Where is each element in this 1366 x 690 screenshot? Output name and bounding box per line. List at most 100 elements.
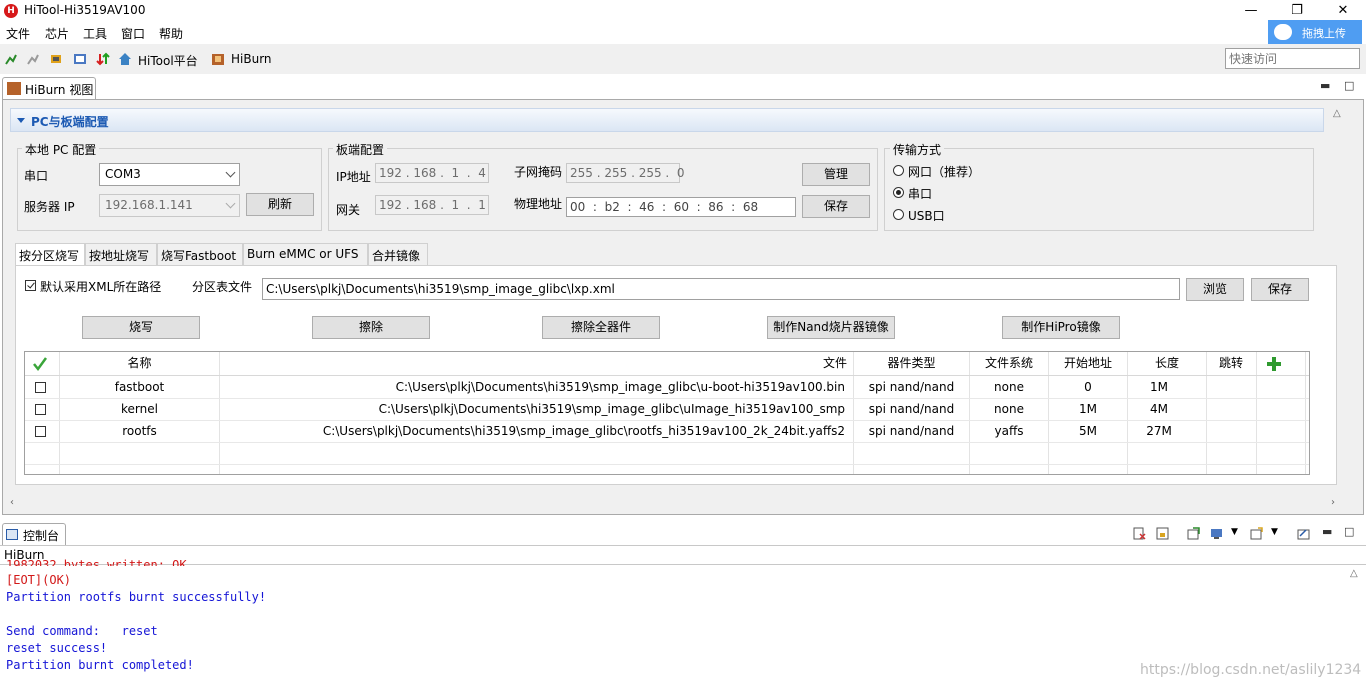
menu-help[interactable]: 帮助 [159, 25, 183, 42]
tab-merge-image[interactable]: 合并镜像 [368, 243, 428, 265]
console-maximize-icon[interactable]: □ [1344, 525, 1354, 538]
gateway-label: 网关 [336, 203, 361, 217]
open-console-icon[interactable] [1250, 527, 1263, 540]
refresh-button[interactable]: 刷新 [246, 193, 314, 216]
ip-address-field[interactable]: 192 . 168 . 1 . 4 [375, 163, 489, 183]
row-checkbox[interactable] [35, 426, 46, 437]
connect-icon[interactable] [4, 52, 18, 66]
browse-button[interactable]: 浏览 [1186, 278, 1244, 301]
use-xml-path-label: 默认采用XML所在路径 [40, 280, 162, 294]
console-tab[interactable]: 控制台 [2, 523, 66, 546]
console-line: Send command: reset [6, 624, 158, 638]
hiburn-button[interactable]: HiBurn [231, 52, 272, 66]
row-device: spi nand/nand [868, 380, 955, 394]
tab-burn-emmc-ufs[interactable]: Burn eMMC or UFS [243, 243, 368, 265]
add-row-plus-icon[interactable] [1266, 356, 1282, 372]
col-length: 长度 [1154, 356, 1179, 370]
row-name: rootfs [122, 424, 157, 438]
scroll-left-icon[interactable]: ‹ [10, 497, 14, 508]
tab-burn-fastboot[interactable]: 烧写Fastboot [157, 243, 243, 265]
tab-partition-burn[interactable]: 按分区烧写 [15, 243, 85, 266]
partition-save-button[interactable]: 保存 [1251, 278, 1309, 301]
manage-button[interactable]: 管理 [802, 163, 870, 186]
row-start: 1M [1079, 402, 1097, 416]
upload-label: 拖拽上传 [1302, 27, 1346, 40]
transfer-mode-group [884, 148, 1314, 231]
view-minimize-icon[interactable]: ▬ [1320, 79, 1330, 92]
radio-serial-label: 串口 [908, 187, 933, 201]
erase-all-button[interactable]: 擦除全器件 [542, 316, 660, 339]
row-length: 1M [1150, 380, 1168, 394]
tab-address-burn[interactable]: 按地址烧写 [85, 243, 157, 265]
erase-button[interactable]: 擦除 [312, 316, 430, 339]
menu-bar: 文件 芯片 工具 窗口 帮助 [0, 22, 1366, 42]
mac-address-field[interactable]: 00 : b2 : 46 : 60 : 86 : 68 [566, 197, 796, 217]
console-scroll-up-icon[interactable]: △ [1350, 568, 1358, 579]
terminal-icon[interactable] [73, 52, 87, 66]
gateway-field[interactable]: 192 . 168 . 1 . 1 [375, 195, 489, 215]
console-icon [6, 529, 18, 540]
cloud-icon [1274, 24, 1292, 40]
row-start: 0 [1084, 380, 1092, 394]
radio-serial[interactable] [893, 187, 904, 198]
col-file: 文件 [822, 356, 847, 370]
row-file: C:\Users\plkj\Documents\hi3519\smp_image… [395, 380, 845, 394]
clear-console-icon[interactable] [1133, 527, 1146, 540]
pin-console-icon[interactable] [1187, 527, 1200, 540]
use-xml-path-checkbox[interactable] [25, 280, 36, 291]
scroll-right-icon[interactable]: › [1331, 497, 1335, 508]
pc-board-config-header[interactable]: PC与板端配置 [10, 108, 1324, 132]
scroll-up-icon[interactable]: △ [1333, 108, 1341, 119]
select-all-check-icon[interactable] [32, 356, 48, 372]
open-console-dropdown-icon[interactable]: ▼ [1271, 527, 1278, 537]
row-fs: none [994, 402, 1024, 416]
console-minimize-icon[interactable]: ▬ [1322, 525, 1332, 538]
menu-chip[interactable]: 芯片 [45, 25, 69, 42]
close-icon[interactable]: ✕ [1320, 0, 1366, 22]
hiburn-view-tab[interactable]: HiBurn 视图 [2, 77, 96, 100]
hitool-platform-button[interactable]: HiTool平台 [138, 52, 198, 69]
row-name: fastboot [114, 380, 165, 394]
console-line: 1982032 bytes written: OK [6, 558, 187, 566]
make-nand-image-button[interactable]: 制作Nand烧片器镜像 [767, 316, 895, 339]
port-label: 串口 [24, 169, 49, 183]
radio-usb[interactable] [893, 209, 904, 220]
quick-access-input[interactable] [1225, 48, 1360, 69]
home-icon[interactable] [118, 52, 132, 66]
board-save-button[interactable]: 保存 [802, 195, 870, 218]
row-checkbox[interactable] [35, 404, 46, 415]
menu-file[interactable]: 文件 [6, 25, 30, 42]
make-hipro-image-button[interactable]: 制作HiPro镜像 [1002, 316, 1120, 339]
disconnect-icon[interactable] [26, 52, 40, 66]
burn-button[interactable]: 烧写 [82, 316, 200, 339]
watermark: https://blog.csdn.net/aslily1234 [1140, 662, 1362, 678]
view-maximize-icon[interactable]: □ [1344, 79, 1354, 92]
console-tab-label: 控制台 [23, 529, 60, 543]
partition-table-file-input[interactable]: C:\Users\plkj\Documents\hi3519\smp_image… [262, 278, 1180, 300]
chip-icon[interactable] [49, 52, 63, 66]
hiburn-icon[interactable] [211, 52, 225, 66]
transfer-arrows-icon[interactable] [96, 52, 110, 66]
row-fs: yaffs [994, 424, 1024, 438]
transfer-mode-legend: 传输方式 [890, 141, 945, 158]
menu-tools[interactable]: 工具 [83, 25, 107, 42]
server-ip-value: 192.168.1.141 [105, 198, 193, 212]
menu-window[interactable]: 窗口 [121, 25, 145, 42]
display-console-icon[interactable] [1210, 527, 1223, 540]
minimize-console-icon[interactable] [1297, 527, 1310, 540]
console-line: reset success! [6, 641, 108, 655]
row-checkbox[interactable] [35, 382, 46, 393]
radio-network[interactable] [893, 165, 904, 176]
col-jump: 跳转 [1218, 356, 1243, 370]
subnet-mask-field[interactable]: 255 . 255 . 255 . 0 [566, 163, 685, 183]
restore-icon[interactable]: ❐ [1274, 0, 1320, 22]
port-select[interactable]: COM3 [99, 163, 240, 186]
row-device: spi nand/nand [868, 424, 955, 438]
board-config-legend: 板端配置 [333, 141, 388, 158]
upload-button[interactable]: 拖拽上传 [1268, 20, 1362, 44]
ip-label: IP地址 [336, 170, 371, 184]
display-console-dropdown-icon[interactable]: ▼ [1231, 527, 1238, 537]
console-source-bar: HiBurn [0, 545, 1366, 565]
scroll-lock-icon[interactable] [1156, 527, 1169, 540]
minimize-icon[interactable]: — [1228, 0, 1274, 22]
